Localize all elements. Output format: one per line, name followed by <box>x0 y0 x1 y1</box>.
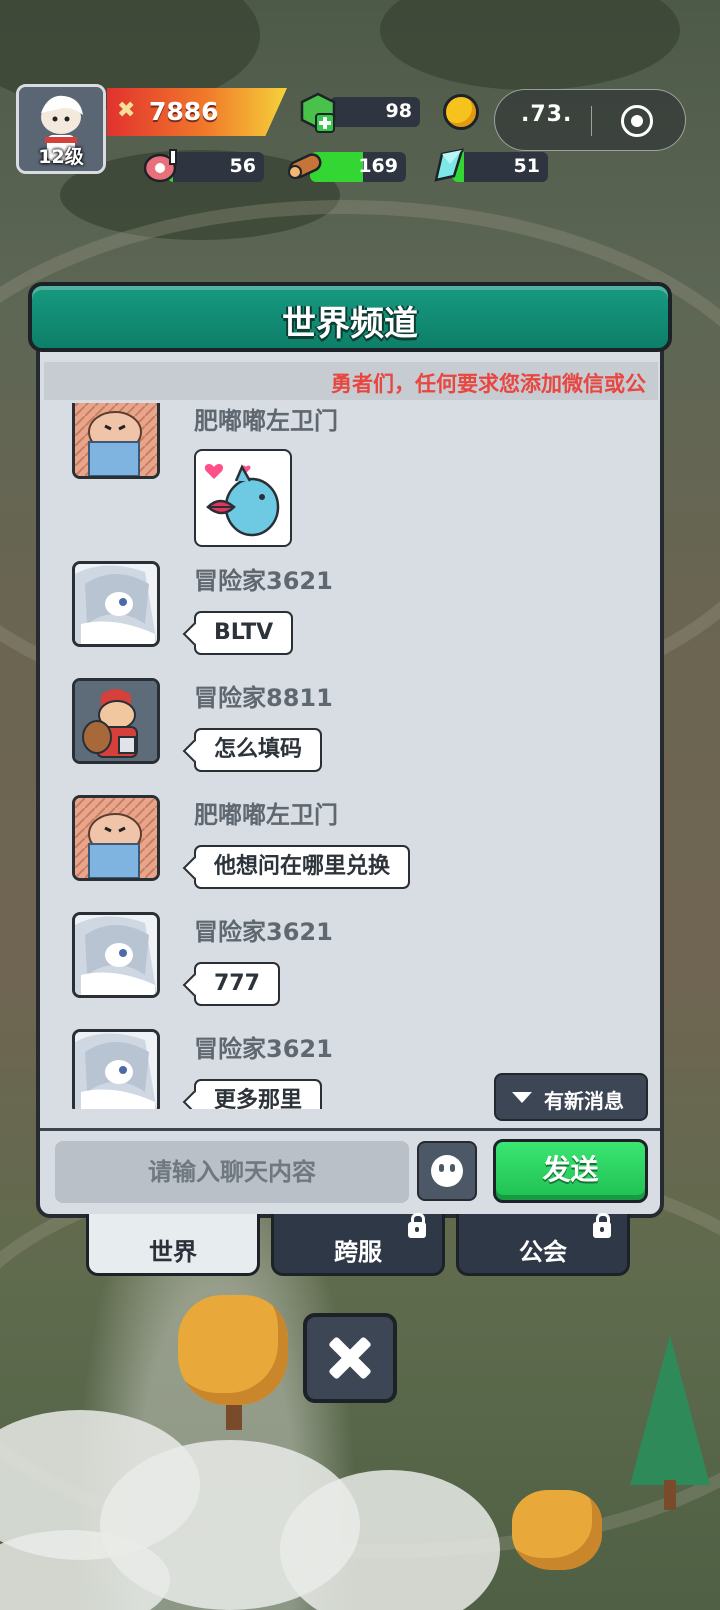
meat-value: 56 <box>229 155 256 177</box>
input-divider <box>40 1128 660 1131</box>
gem-value: 98 <box>385 100 412 122</box>
avatar[interactable] <box>72 1029 160 1109</box>
lock-icon <box>408 1213 426 1238</box>
smiley-icon <box>431 1155 463 1187</box>
crystal-value: 51 <box>513 155 540 177</box>
sender-name: 冒险家3621 <box>194 918 333 946</box>
new-messages-button[interactable]: 有新消息 <box>494 1073 648 1121</box>
message-bubble[interactable]: 更多那里 <box>194 1079 323 1109</box>
tab-world[interactable]: 世界 <box>86 1214 260 1276</box>
chat-input[interactable] <box>55 1141 409 1203</box>
chat-panel-header: 世界频道 <box>28 282 672 352</box>
chat-message: 冒险家8811 怎么填码 <box>44 678 658 790</box>
scrolling-notice: 勇者们，任何要求您添加微信或公 <box>44 362 658 400</box>
sender-name: 冒险家3621 <box>194 567 333 595</box>
add-gem-icon[interactable] <box>300 92 336 133</box>
message-bubble[interactable]: BLTV <box>194 611 294 655</box>
message-bubble[interactable]: 他想问在哪里兑换 <box>194 845 411 889</box>
meat-counter: 56 <box>168 152 264 182</box>
sender-name: 肥嘟嘟左卫门 <box>194 407 338 435</box>
tab-cross-server[interactable]: 跨服 <box>271 1213 445 1276</box>
gem-counter: 98 <box>330 97 420 127</box>
wood-value: 169 <box>358 155 398 177</box>
message-bubble[interactable]: 777 <box>194 962 280 1006</box>
tab-guild[interactable]: 公会 <box>456 1213 630 1276</box>
message-bubble[interactable]: 怎么填码 <box>194 728 323 772</box>
wood-icon <box>285 146 325 190</box>
chat-message: 冒险家3621 BLTV <box>44 561 658 673</box>
player-level: 12级 <box>38 146 84 168</box>
avatar[interactable] <box>72 561 160 647</box>
lock-icon <box>593 1213 611 1238</box>
message-list[interactable]: 肥嘟嘟左卫门 冒险家3621 BLTV 冒险家8811 怎么填码 肥嘟嘟左卫门 … <box>44 403 658 1109</box>
emoji-button[interactable] <box>417 1141 477 1201</box>
avatar[interactable] <box>72 678 160 764</box>
avatar[interactable] <box>72 403 160 479</box>
crystal-icon <box>428 146 468 190</box>
arrow-down-icon <box>512 1092 532 1103</box>
combat-power-bar: ✖ 7886 <box>107 88 287 136</box>
chat-message: 冒险家3621 777 <box>44 912 658 1024</box>
avatar[interactable] <box>72 795 160 881</box>
chat-message: 肥嘟嘟左卫门 他想问在哪里兑换 <box>44 795 658 907</box>
sender-name: 冒险家3621 <box>194 1035 333 1063</box>
combat-power-value: 7886 <box>149 97 219 126</box>
sender-name: 肥嘟嘟左卫门 <box>194 801 338 829</box>
chat-message: 肥嘟嘟左卫门 <box>44 403 658 551</box>
avatar[interactable] <box>72 912 160 998</box>
crossed-swords-icon: ✖ <box>117 98 136 123</box>
send-button[interactable]: 发送 <box>493 1139 648 1203</box>
player-avatar[interactable]: 12级 <box>16 84 106 174</box>
notice-text: 勇者们，任何要求您添加微信或公 <box>331 372 646 396</box>
new-messages-label: 有新消息 <box>544 1089 624 1113</box>
gold-coin-icon <box>443 94 479 130</box>
close-miniprogram-icon[interactable] <box>621 105 653 137</box>
sender-name: 冒险家8811 <box>194 684 333 712</box>
kiss-sticker[interactable] <box>194 449 292 547</box>
capsule-divider <box>591 106 592 136</box>
tab-label: 世界 <box>149 1238 197 1266</box>
close-button[interactable] <box>303 1313 397 1403</box>
meat-icon <box>142 146 182 190</box>
chat-panel-title: 世界频道 <box>282 304 418 344</box>
mini-program-capsule: .73. <box>494 89 686 151</box>
more-menu-button[interactable]: .73. <box>521 102 572 127</box>
